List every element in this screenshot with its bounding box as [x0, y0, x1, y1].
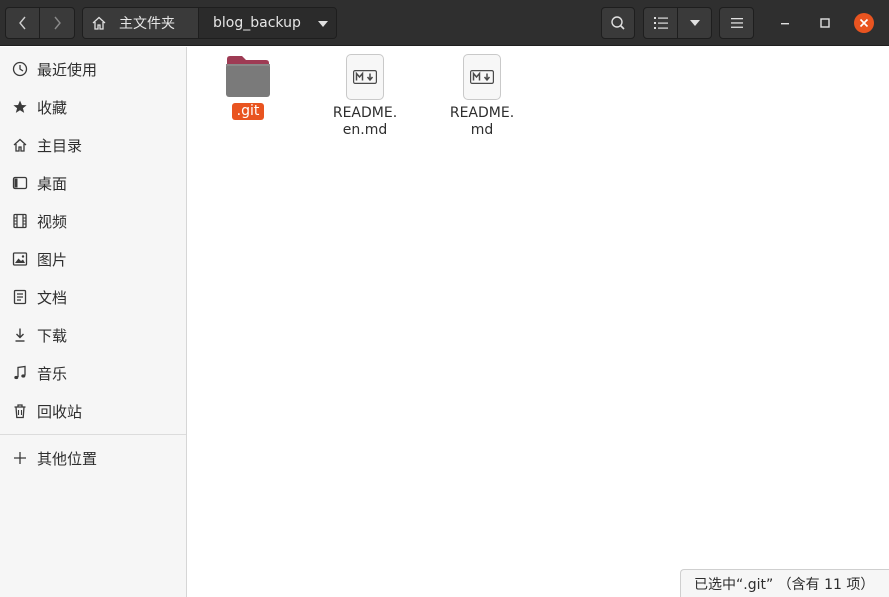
sidebar-item-music[interactable]: 音乐 — [0, 354, 186, 392]
breadcrumb-home[interactable]: 主文件夹 — [83, 8, 199, 38]
file-view: .git README. en.md README. md — [188, 47, 889, 597]
search-button[interactable] — [601, 7, 635, 39]
sidebar-item-downloads[interactable]: 下载 — [0, 316, 186, 354]
back-button[interactable] — [5, 7, 40, 39]
home-icon — [92, 16, 106, 30]
chevron-left-icon — [18, 16, 26, 30]
file-name: .git — [231, 103, 265, 120]
sidebar-item-starred[interactable]: 收藏 — [0, 88, 186, 126]
image-icon — [11, 250, 29, 268]
status-bar: 已选中“.git” （含有 11 项） — [680, 569, 889, 597]
forward-button[interactable] — [39, 7, 75, 39]
sidebar-item-recent[interactable]: 最近使用 — [0, 50, 186, 88]
sidebar-item-label: 音乐 — [37, 364, 68, 383]
sidebar-item-label: 最近使用 — [37, 60, 98, 79]
sidebar-item-documents[interactable]: 文档 — [0, 278, 186, 316]
sidebar-item-desktop[interactable]: 桌面 — [0, 164, 186, 202]
hamburger-menu-icon — [730, 18, 743, 28]
download-icon — [11, 326, 29, 344]
plus-icon — [11, 449, 29, 467]
main-menu-button[interactable] — [719, 7, 754, 39]
star-icon — [11, 98, 29, 116]
caret-down-icon — [689, 20, 700, 26]
sidebar-item-label: 回收站 — [37, 402, 83, 421]
film-icon — [11, 212, 29, 230]
chevron-right-icon — [54, 16, 61, 30]
home-icon — [11, 136, 29, 154]
maximize-button[interactable] — [815, 13, 835, 33]
file-name: README. en.md — [332, 105, 398, 138]
breadcrumb-current[interactable]: blog_backup — [199, 8, 336, 38]
breadcrumb-current-label: blog_backup — [213, 15, 301, 31]
sidebar-item-label: 文档 — [37, 288, 68, 307]
sidebar-item-label: 主目录 — [37, 136, 83, 155]
file-name: README. md — [449, 105, 515, 138]
status-text: 已选中“.git” （含有 11 项） — [694, 576, 875, 593]
close-icon — [859, 18, 869, 28]
document-icon — [11, 288, 29, 306]
markdown-file-icon — [463, 54, 501, 100]
sidebar-item-label: 其他位置 — [37, 449, 98, 468]
search-icon — [611, 16, 625, 30]
file-item[interactable]: README. md — [437, 54, 527, 139]
breadcrumb-home-label: 主文件夹 — [119, 16, 175, 32]
sidebar-item-label: 图片 — [37, 250, 68, 269]
list-view-button[interactable] — [643, 7, 678, 39]
sidebar-divider — [0, 434, 186, 435]
sidebar-item-label: 视频 — [37, 212, 68, 231]
sidebar-item-label: 收藏 — [37, 98, 68, 117]
file-item[interactable]: .git — [203, 54, 293, 120]
music-icon — [11, 364, 29, 382]
sidebar-item-videos[interactable]: 视频 — [0, 202, 186, 240]
sidebar-item-other-locations[interactable]: 其他位置 — [0, 439, 186, 477]
sidebar-item-pictures[interactable]: 图片 — [0, 240, 186, 278]
trash-icon — [11, 402, 29, 420]
sidebar-item-label: 下载 — [37, 326, 68, 345]
close-button[interactable] — [854, 13, 874, 33]
view-options-button[interactable] — [677, 7, 712, 39]
desktop-icon — [11, 174, 29, 192]
markdown-file-icon — [346, 54, 384, 100]
sidebar-item-label: 桌面 — [37, 174, 68, 193]
minimize-icon — [781, 23, 789, 25]
header-bar: 主文件夹 blog_backup — [0, 0, 889, 46]
sidebar-item-trash[interactable]: 回收站 — [0, 392, 186, 430]
maximize-icon — [820, 18, 830, 28]
list-view-icon — [653, 17, 668, 29]
sidebar: 最近使用 收藏 主目录 桌面 视频 图片 文档 下载 音乐 回收站 其他位置 — [0, 47, 187, 597]
sidebar-item-home[interactable]: 主目录 — [0, 126, 186, 164]
breadcrumb: 主文件夹 blog_backup — [82, 7, 337, 39]
folder-icon — [226, 56, 270, 97]
minimize-button[interactable] — [775, 13, 795, 33]
file-item[interactable]: README. en.md — [320, 54, 410, 139]
caret-down-icon — [318, 21, 328, 27]
clock-icon — [11, 60, 29, 78]
